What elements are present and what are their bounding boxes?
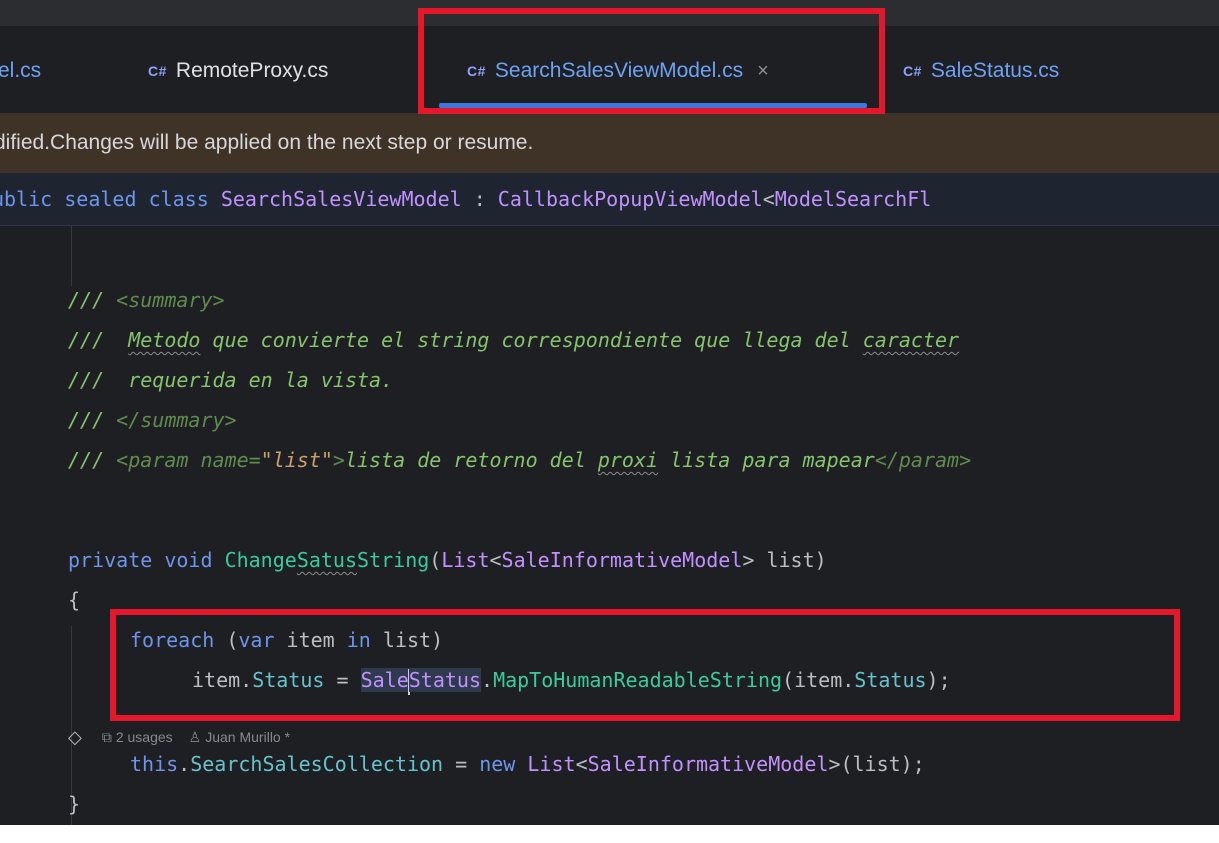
code-line-collection-assignment: this.SearchSalesCollection = new List<Sa…	[130, 752, 925, 776]
close-icon[interactable]: ×	[757, 60, 769, 83]
colon: :	[473, 187, 486, 211]
code-editor[interactable]: /// <summary> /// Metodo que convierte e…	[0, 226, 1219, 825]
code-line-summary-open: /// <summary>	[68, 288, 225, 312]
code-line-comment: /// requerida en la vista.	[68, 368, 394, 392]
csharp-file-icon: C#	[148, 63, 167, 79]
author-link[interactable]: Juan Murillo *	[205, 729, 290, 745]
generic-bracket: <	[762, 187, 775, 211]
tab-search-sales-view-model[interactable]: C# SearchSalesViewModel.cs ×	[467, 46, 769, 96]
code-line-status-assignment: item.Status = SaleStatus.MapToHumanReada…	[192, 660, 951, 700]
keyword: sealed	[64, 187, 137, 211]
usages-link[interactable]: 2 usages	[116, 729, 173, 745]
tab-el-cs[interactable]: el.cs	[0, 46, 41, 96]
notification-text: dified.Changes will be applied on the ne…	[0, 131, 534, 154]
title-strip	[0, 0, 1219, 26]
generic-type: ModelSearchFl	[774, 187, 932, 211]
usages-icon: ⧉	[101, 728, 112, 745]
indent-guide	[71, 226, 72, 286]
keyword: class	[148, 187, 209, 211]
active-tab-indicator	[439, 103, 867, 108]
base-class-name: CallbackPopupViewModel	[497, 187, 763, 211]
csharp-file-icon: C#	[903, 63, 922, 79]
code-line-summary-close: /// </summary>	[68, 408, 237, 432]
tab-label: SaleStatus.cs	[930, 59, 1060, 82]
tab-remote-proxy[interactable]: C# RemoteProxy.cs	[148, 46, 328, 96]
keyword: ublic	[0, 187, 53, 211]
tab-label: el.cs	[0, 59, 42, 82]
class-name: SearchSalesViewModel	[220, 187, 462, 211]
code-line-method-signature: private void ChangeSatusString(List<Sale…	[68, 548, 827, 572]
tab-label: SearchSalesViewModel.cs	[494, 59, 744, 82]
editor-window: el.cs C# RemoteProxy.cs C# SearchSalesVi…	[0, 0, 1219, 825]
code-line-brace: }	[68, 792, 81, 816]
author-icon: ♙	[188, 728, 202, 745]
code-line-foreach: foreach (var item in list)	[130, 628, 444, 652]
tab-sale-status[interactable]: C# SaleStatus.cs	[903, 46, 1059, 96]
sticky-class-header[interactable]: ublic sealed class SearchSalesViewModel …	[0, 173, 1219, 226]
code-line-param-doc: /// <param name="list">lista de retorno …	[68, 448, 972, 472]
hot-reload-notification: dified.Changes will be applied on the ne…	[0, 113, 1219, 173]
code-line-brace: {	[68, 588, 81, 612]
code-line-comment: /// Metodo que convierte el string corre…	[68, 328, 960, 352]
csharp-file-icon: C#	[467, 63, 486, 79]
tab-label: RemoteProxy.cs	[175, 59, 329, 82]
implementation-gem-icon[interactable]: ◇	[68, 727, 82, 748]
tab-bar: el.cs C# RemoteProxy.cs C# SearchSalesVi…	[0, 0, 1219, 113]
